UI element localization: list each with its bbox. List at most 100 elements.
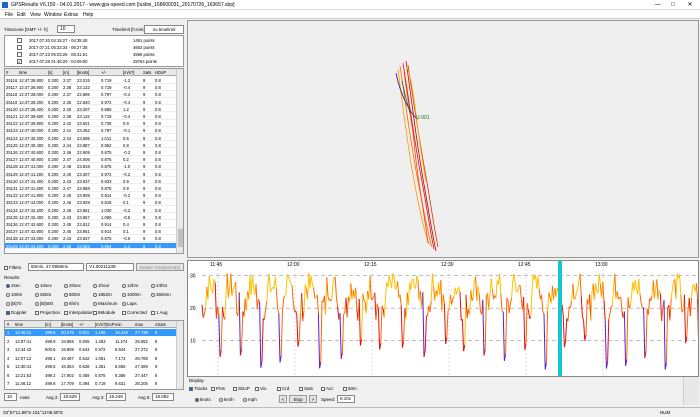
step-back-button[interactable]: < <box>279 395 287 403</box>
results-row[interactable]: 2 12:57:41 499.9 19.865 0.605 1.263 11.274 28.6… <box>5 338 177 345</box>
grid-scrollbar[interactable] <box>176 69 183 253</box>
file-item[interactable]: 2017.07.23 05:03:26 - 06:31:51 4586 point… <box>5 52 177 58</box>
result-option-row1-1[interactable]: 10sec <box>35 283 52 288</box>
file-checkbox[interactable] <box>17 45 22 50</box>
results-header-cell[interactable]: [m] <box>45 322 51 327</box>
result-option-row3-3[interactable]: Maximum <box>93 301 118 306</box>
timezone-select[interactable]: 10 <box>57 25 75 33</box>
display-option-2[interactable]: SDoP <box>233 386 250 391</box>
result-option-row2-1[interactable]: 250m <box>35 292 51 297</box>
grid-row[interactable]: 25137 12:47:42.800 0.200 2.45 23.851 0.914 0.1… <box>5 228 177 235</box>
grid-row[interactable]: 25135 12:47:42.400 0.200 2.43 23.657 1.069 -0.… <box>5 214 177 221</box>
display-option-5[interactable]: Sats <box>299 386 313 391</box>
display-option-1[interactable]: Pnts <box>211 386 225 391</box>
result-option-row2-0[interactable]: 100m <box>6 292 22 297</box>
filters-checkbox[interactable]: Filters <box>4 265 21 270</box>
result-option-row4-4[interactable]: Corrected <box>122 310 147 315</box>
grid-header-cell[interactable]: +/- <box>101 70 106 75</box>
menu-view[interactable]: View <box>30 12 41 18</box>
display-option-0[interactable]: Tracks <box>189 386 207 391</box>
results-row[interactable]: 6 12:21:53 499.2 17.902 0.459 0.875 6.356 27.44… <box>5 372 177 379</box>
file-checkbox[interactable] <box>17 52 22 57</box>
file-checkbox[interactable]: ✓ <box>17 59 22 64</box>
grid-row[interactable]: 25132 12:47:41.800 0.200 2.46 23.909 0.914 -0.… <box>5 192 177 199</box>
results-header-cell[interactable]: max <box>135 322 143 327</box>
minimize-button[interactable]: — <box>652 1 664 9</box>
result-option-row4-1[interactable]: Projection <box>35 310 60 315</box>
delete-trackpoints-button[interactable]: Delete Trackpoint(s) <box>136 263 184 271</box>
grid-row[interactable]: 25131 12:47:41.600 0.200 2.47 23.968 0.875 0.9… <box>5 185 177 192</box>
result-option-row4-2[interactable]: Interpolation <box>64 310 94 315</box>
file-checkbox[interactable] <box>17 38 22 43</box>
grid-row[interactable]: 25136 12:47:42.600 0.200 2.45 23.812 0.914 0.4… <box>5 221 177 228</box>
file-item[interactable]: ✓ 2017.07.26 01:48:20 - 04:09:00 29764 poi… <box>5 59 177 65</box>
grid-row[interactable]: 25124 12:47:40.200 0.200 2.44 23.695 1.011 0.6… <box>5 135 177 142</box>
result-option-row2-3[interactable]: 1852m <box>93 292 112 297</box>
close-button[interactable]: ✕ <box>684 1 696 9</box>
grid-header-cell[interactable]: [m] <box>63 70 69 75</box>
result-option-row1-4[interactable]: 12hrs <box>122 283 138 288</box>
filters-value[interactable]: 60min, 47.0958ms <box>28 263 84 271</box>
menu-help[interactable]: Help <box>83 12 93 18</box>
results-header-cell[interactable]: +/- <box>79 322 84 327</box>
result-option-row3-2[interactable]: 6h/rs <box>64 301 79 306</box>
maximize-button[interactable]: □ <box>667 1 679 9</box>
display-option-7[interactable]: 50m <box>343 386 357 391</box>
unit-option-0[interactable]: knots <box>195 397 211 402</box>
timelimit-button[interactable]: no timelimit <box>144 25 184 34</box>
result-option-row2-4[interactable]: 1000m <box>122 292 141 297</box>
grid-row[interactable]: 25139 12:47:43.200 0.200 2.38 23.093 0.894 -1.… <box>5 242 177 250</box>
file-item[interactable]: 2017.07.21 05:23:34 - 06:27:36 4662 point… <box>5 45 177 51</box>
results-row[interactable]: 7 11:46:12 499.8 17.709 0.394 0.719 9.631 28.20… <box>5 380 177 387</box>
result-option-row3-4[interactable]: Laps <box>122 301 137 306</box>
result-option-row4-5[interactable]: 1 Aug <box>151 310 168 315</box>
grid-row[interactable]: 25127 12:47:40.800 0.200 2.47 24.006 0.875 0.2… <box>5 156 177 163</box>
result-option-row3-0[interactable]: [B]70 <box>6 301 22 306</box>
grid-row[interactable]: 25128 12:47:41.000 0.200 2.48 23.618 0.875 -1.… <box>5 163 177 171</box>
results-header-cell[interactable]: min <box>115 322 122 327</box>
graph-scrollbar[interactable] <box>683 377 699 405</box>
result-option-row4-3[interactable]: 6Module <box>93 310 115 315</box>
speed-graph[interactable]: 30 20 10 11:45 12:00 12:15 12:30 12:45 13:00 <box>187 260 700 377</box>
grid-row[interactable]: 25121 12:47:39.600 0.200 2.38 23.132 0.719 -0.… <box>5 113 177 120</box>
result-option-row1-0[interactable]: 2sec <box>6 283 21 288</box>
results-header-cell[interactable]: nSats <box>155 322 166 327</box>
track-map[interactable]: U-001 <box>187 20 699 258</box>
menu-edit[interactable]: Edit <box>17 12 26 18</box>
stop-button[interactable]: Stop <box>289 395 307 403</box>
grid-header-cell[interactable]: [knots] <box>77 70 89 75</box>
grid-row[interactable]: 25138 12:47:43.000 0.200 2.43 23.637 0.875 -0.… <box>5 235 177 243</box>
grid-row[interactable]: 25129 12:47:41.200 0.200 2.40 23.307 0.972 -0.… <box>5 171 177 178</box>
results-header-cell[interactable]: [m/s?]DoP <box>95 322 115 327</box>
grid-header-cell[interactable]: [s] <box>48 70 52 75</box>
results-row[interactable]: 1 12:46:31 499.8 20.276 0.811 1.186 18.318 27.7… <box>5 329 177 336</box>
results-header-cell[interactable]: # <box>7 322 9 327</box>
results-row[interactable]: 5 12:30:41 499.5 19.354 0.628 1.361 8.656 27.36… <box>5 363 177 370</box>
grid-scroll-thumb[interactable] <box>178 229 183 247</box>
grid-row[interactable]: 25130 12:47:41.400 0.200 2.43 23.637 0.933 0.9… <box>5 178 177 185</box>
unit-option-2[interactable]: mph <box>243 397 257 402</box>
menu-extras[interactable]: Extras <box>64 12 78 18</box>
grid-row[interactable]: 25116 12:47:38.600 0.200 2.37 23.015 0.719 -1.… <box>5 77 177 84</box>
graph-cursor[interactable] <box>558 261 562 376</box>
grid-row[interactable]: 25122 12:47:39.800 0.200 2.42 23.501 0.739 0.9… <box>5 120 177 127</box>
grid-header-cell[interactable]: HDoP <box>155 70 166 75</box>
display-option-6[interactable]: Acc <box>321 386 334 391</box>
grid-row[interactable]: 25120 12:47:39.400 0.200 2.40 23.207 0.855 1.2… <box>5 106 177 113</box>
menu-file[interactable]: File <box>5 12 13 18</box>
display-option-4[interactable]: Crd <box>277 386 289 391</box>
result-option-row3-1[interactable]: [B]500 <box>35 301 53 306</box>
display-option-3[interactable]: Vio <box>255 386 266 391</box>
filters-value-2[interactable]: V1.0021123E <box>86 263 134 271</box>
result-option-row1-3[interactable]: 1hour <box>93 283 110 288</box>
unit-option-1[interactable]: km/h <box>219 397 234 402</box>
result-option-row2-5[interactable]: 360min <box>151 292 171 297</box>
grid-header-cell[interactable]: time <box>19 70 27 75</box>
file-item[interactable]: 2017.07.20 04:15:27 - 04:35:48 1491 point… <box>5 38 177 44</box>
result-option-row1-5[interactable]: 24hrs <box>151 283 167 288</box>
result-option-row2-2[interactable]: 500m <box>64 292 80 297</box>
results-header-cell[interactable]: [knots] <box>61 322 73 327</box>
rows-select[interactable]: 10 <box>4 393 17 401</box>
step-forward-button[interactable]: > <box>309 395 317 403</box>
result-option-row4-0[interactable]: Doppler <box>6 310 27 315</box>
